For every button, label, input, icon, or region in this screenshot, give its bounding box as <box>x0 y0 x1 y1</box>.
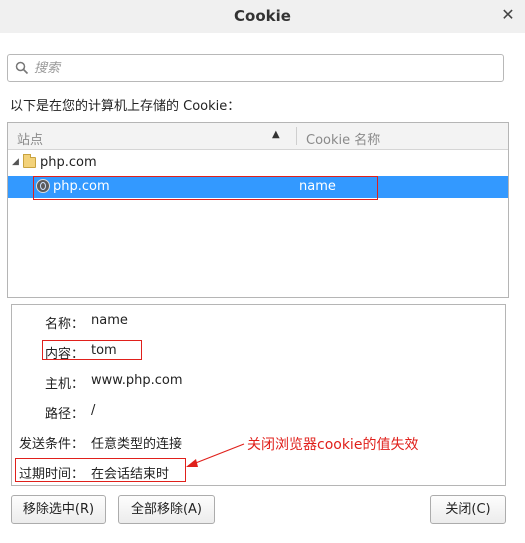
column-header-cookie-name[interactable]: Cookie 名称 <box>306 129 380 148</box>
cookie-name: name <box>299 179 336 194</box>
tree-header: 站点 ▲ Cookie 名称 <box>8 123 508 150</box>
close-button[interactable]: 关闭(C) <box>430 495 506 524</box>
globe-icon <box>36 179 50 193</box>
detail-host-value: www.php.com <box>91 373 183 388</box>
detail-send-for-value: 任意类型的连接 <box>91 437 183 452</box>
tree-cookie-row-selected[interactable]: php.com name <box>8 176 508 198</box>
expand-collapse-icon[interactable]: ◢ <box>12 157 19 167</box>
remove-all-button[interactable]: 全部移除(A) <box>118 495 215 524</box>
detail-send-for-label: 发送条件： <box>18 437 84 452</box>
cookie-site: php.com <box>53 179 110 194</box>
detail-host-label: 主机： <box>44 377 84 392</box>
detail-name-value: name <box>91 313 128 328</box>
search-input[interactable] <box>34 58 494 78</box>
folder-icon <box>23 154 36 168</box>
column-divider[interactable] <box>296 127 297 145</box>
cookie-details-panel: 名称： name 内容： tom 主机： www.php.com 路径： / 发… <box>11 304 506 486</box>
detail-expires-value: 在会话结束时 <box>91 467 170 482</box>
sort-ascending-icon[interactable]: ▲ <box>272 129 280 140</box>
detail-expires-label: 过期时间： <box>18 467 84 482</box>
title-bar: Cookie ✕ <box>0 0 525 33</box>
folder-label: php.com <box>40 155 97 170</box>
cookie-description: 以下是在您的计算机上存储的 Cookie： <box>10 99 241 114</box>
detail-content-label: 内容： <box>44 347 84 362</box>
remove-selected-button[interactable]: 移除选中(R) <box>11 495 106 524</box>
window-title: Cookie <box>234 7 291 25</box>
detail-path-value: / <box>91 403 96 418</box>
tree-folder-row[interactable]: ◢ php.com <box>8 152 508 174</box>
detail-name-label: 名称： <box>44 317 84 332</box>
close-icon[interactable]: ✕ <box>499 4 517 26</box>
column-header-site[interactable]: 站点 <box>17 129 43 148</box>
detail-content-value: tom <box>91 343 117 358</box>
search-icon <box>15 61 29 75</box>
cookie-tree[interactable]: 站点 ▲ Cookie 名称 ◢ php.com php.com name <box>7 122 509 298</box>
search-box[interactable] <box>7 54 504 82</box>
detail-path-label: 路径： <box>44 407 84 422</box>
annotation-text: 关闭浏览器cookie的值失效 <box>247 437 419 453</box>
